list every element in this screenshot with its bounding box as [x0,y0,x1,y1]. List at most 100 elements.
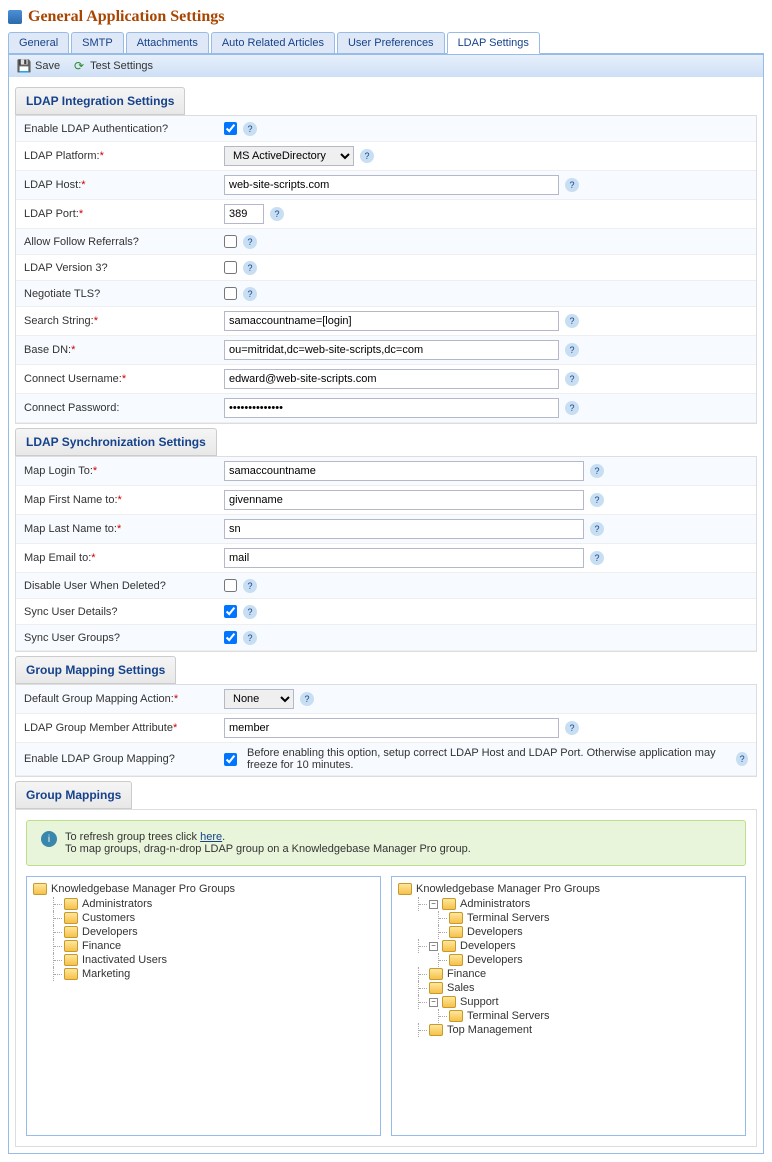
folder-icon [429,1024,443,1036]
tab-auto-related[interactable]: Auto Related Articles [211,32,335,53]
help-icon[interactable]: ? [590,522,604,536]
referrals-checkbox[interactable] [224,235,237,248]
sync-groups-checkbox[interactable] [224,631,237,644]
search-input[interactable] [224,311,559,331]
tree-item[interactable]: Terminal Servers [438,1009,739,1023]
port-input[interactable] [224,204,264,224]
app-icon [8,10,22,24]
help-icon[interactable]: ? [243,631,257,645]
tree-item[interactable]: Finance [53,939,374,953]
disable-user-label: Disable User When Deleted? [24,580,224,592]
tree-item[interactable]: Finance [418,967,739,981]
enable-ldap-checkbox[interactable] [224,122,237,135]
user-input[interactable] [224,369,559,389]
help-icon[interactable]: ? [270,207,284,221]
host-input[interactable] [224,175,559,195]
info-icon: i [41,831,57,847]
tree-item[interactable]: Inactivated Users [53,953,374,967]
save-button[interactable]: 💾Save [17,59,60,73]
help-icon[interactable]: ? [243,122,257,136]
tls-label: Negotiate TLS? [24,288,224,300]
help-icon[interactable]: ? [590,551,604,565]
folder-icon [398,883,412,895]
tree-item[interactable]: −Developers [418,939,739,953]
folder-icon [442,898,456,910]
tree-root[interactable]: Knowledgebase Manager Pro Groups [398,883,739,895]
sync-details-checkbox[interactable] [224,605,237,618]
help-icon[interactable]: ? [243,235,257,249]
left-tree: Knowledgebase Manager Pro Groups Adminis… [26,876,381,1136]
collapse-icon[interactable]: − [429,900,438,909]
enable-mapping-checkbox[interactable] [224,753,237,766]
user-label: Connect Username: [24,373,122,385]
tree-item[interactable]: Developers [438,925,739,939]
help-icon[interactable]: ? [243,605,257,619]
help-icon[interactable]: ? [565,314,579,328]
help-icon[interactable]: ? [736,752,748,766]
folder-icon [64,912,78,924]
collapse-icon[interactable]: − [429,998,438,1007]
tree-item[interactable]: Sales [418,981,739,995]
folder-icon [449,954,463,966]
tree-item[interactable]: −Support [418,995,739,1009]
map-last-label: Map Last Name to: [24,523,117,535]
v3-checkbox[interactable] [224,261,237,274]
tree-item[interactable]: Top Management [418,1023,739,1037]
tab-ldap[interactable]: LDAP Settings [447,32,540,54]
tree-item[interactable]: Developers [438,953,739,967]
help-icon[interactable]: ? [565,372,579,386]
folder-icon [33,883,47,895]
refresh-link[interactable]: here [200,831,222,843]
save-icon: 💾 [17,59,31,73]
help-icon[interactable]: ? [565,343,579,357]
help-icon[interactable]: ? [243,261,257,275]
attr-label: LDAP Group Member Attribute [24,722,173,734]
section-group-mapping: Group Mapping Settings [15,656,176,684]
tree-item[interactable]: Marketing [53,967,374,981]
collapse-icon[interactable]: − [429,942,438,951]
help-icon[interactable]: ? [565,401,579,415]
help-icon[interactable]: ? [590,493,604,507]
map-last-input[interactable] [224,519,584,539]
tab-general[interactable]: General [8,32,69,53]
map-login-input[interactable] [224,461,584,481]
tree-item[interactable]: Developers [53,925,374,939]
enable-mapping-note: Before enabling this option, setup corre… [247,747,730,771]
help-icon[interactable]: ? [243,579,257,593]
disable-user-checkbox[interactable] [224,579,237,592]
help-icon[interactable]: ? [300,692,314,706]
test-settings-button[interactable]: ⟳Test Settings [72,59,153,73]
help-icon[interactable]: ? [360,149,374,163]
hint-box: i To refresh group trees click here. To … [26,820,746,866]
action-label: Default Group Mapping Action: [24,693,174,705]
tls-checkbox[interactable] [224,287,237,300]
help-icon[interactable]: ? [565,178,579,192]
help-icon[interactable]: ? [590,464,604,478]
pwd-input[interactable] [224,398,559,418]
map-first-input[interactable] [224,490,584,510]
basedn-label: Base DN: [24,344,71,356]
tree-item[interactable]: −Administrators [418,897,739,911]
attr-input[interactable] [224,718,559,738]
folder-icon [442,940,456,952]
tree-item[interactable]: Terminal Servers [438,911,739,925]
refresh-icon: ⟳ [72,59,86,73]
host-label: LDAP Host: [24,179,81,191]
tabs: General SMTP Attachments Auto Related Ar… [8,32,764,54]
tree-root[interactable]: Knowledgebase Manager Pro Groups [33,883,374,895]
tab-attachments[interactable]: Attachments [126,32,209,53]
map-email-input[interactable] [224,548,584,568]
help-icon[interactable]: ? [565,721,579,735]
folder-icon [449,926,463,938]
folder-icon [429,982,443,994]
tree-item[interactable]: Administrators [53,897,374,911]
platform-select[interactable]: MS ActiveDirectory [224,146,354,166]
help-icon[interactable]: ? [243,287,257,301]
tab-user-prefs[interactable]: User Preferences [337,32,445,53]
basedn-input[interactable] [224,340,559,360]
sync-details-label: Sync User Details? [24,606,224,618]
action-select[interactable]: None [224,689,294,709]
platform-label: LDAP Platform: [24,150,100,162]
tree-item[interactable]: Customers [53,911,374,925]
tab-smtp[interactable]: SMTP [71,32,124,53]
